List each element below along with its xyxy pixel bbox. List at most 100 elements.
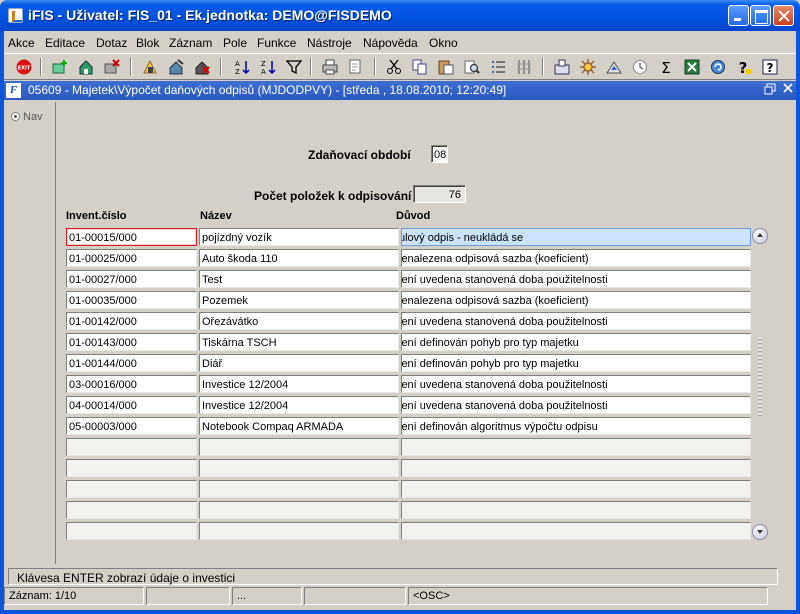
table-row[interactable] (66, 438, 751, 457)
columns-button[interactable] (514, 57, 534, 77)
cell-nazev[interactable] (199, 438, 399, 456)
cell-duvod[interactable]: lenalezena odpisová sazba (koeficient) (401, 291, 751, 309)
cell-invent[interactable]: 05-00003/000 (66, 417, 197, 435)
nav-radio[interactable] (11, 112, 20, 121)
delete-button[interactable] (102, 57, 122, 77)
cell-nazev[interactable]: Notebook Compaq ARMADA (199, 417, 399, 435)
copy-button[interactable] (410, 57, 430, 77)
cell-nazev[interactable]: Investice 12/2004 (199, 375, 399, 393)
vertical-scrollbar[interactable] (752, 228, 768, 540)
cell-invent[interactable] (66, 480, 197, 498)
menu-blok[interactable]: Blok (136, 36, 159, 50)
edit-record-button[interactable] (140, 57, 160, 77)
menu-akce[interactable]: Akce (8, 36, 35, 50)
menu-napoveda[interactable]: Nápověda (363, 36, 418, 50)
cell-nazev[interactable] (199, 522, 399, 540)
cell-invent[interactable]: 01-00015/000 (66, 228, 197, 246)
minimize-button[interactable] (728, 5, 749, 26)
scroll-down-button[interactable] (752, 524, 768, 540)
cell-invent[interactable] (66, 438, 197, 456)
table-row[interactable]: 03-00016/000 Investice 12/2004 lení uved… (66, 375, 751, 394)
save-button[interactable] (76, 57, 96, 77)
cell-duvod[interactable]: lení definován pohyb pro typ majetku (401, 354, 751, 372)
table-row[interactable] (66, 522, 751, 541)
cell-invent[interactable]: 01-00144/000 (66, 354, 197, 372)
table-row[interactable]: 01-00035/000 Pozemek lenalezena odpisová… (66, 291, 751, 310)
cell-duvod[interactable] (401, 480, 751, 498)
cell-invent[interactable] (66, 459, 197, 477)
exit-button[interactable]: EXIT (14, 57, 34, 77)
find-button[interactable] (462, 57, 482, 77)
cell-nazev[interactable] (199, 459, 399, 477)
clock-button[interactable] (630, 57, 650, 77)
context-help-button[interactable]: ? (760, 57, 780, 77)
cell-nazev[interactable]: Investice 12/2004 (199, 396, 399, 414)
table-row[interactable]: 01-00027/000 Test lení uvedena stanovená… (66, 270, 751, 289)
cell-nazev[interactable]: Test (199, 270, 399, 288)
cell-duvod[interactable]: lení uvedena stanovená doba použitelnost… (401, 270, 751, 288)
help-button[interactable]: ? (734, 57, 754, 77)
print-preview-button[interactable] (346, 57, 366, 77)
table-row[interactable]: 01-00143/000 Tiskárna TSCH lení definová… (66, 333, 751, 352)
scroll-up-button[interactable] (752, 228, 768, 244)
print-button[interactable] (320, 57, 340, 77)
menu-zaznam[interactable]: Záznam (169, 36, 212, 50)
cell-duvod[interactable] (401, 459, 751, 477)
cell-invent[interactable]: 01-00035/000 (66, 291, 197, 309)
period-field[interactable]: 08 (431, 145, 448, 163)
cell-nazev[interactable] (199, 480, 399, 498)
cell-invent[interactable]: 01-00142/000 (66, 312, 197, 330)
cell-duvod[interactable]: lení uvedena stanovená doba použitelnost… (401, 312, 751, 330)
cell-nazev[interactable]: Diář (199, 354, 399, 372)
table-row[interactable]: 01-00025/000 Auto škoda 110 lenalezena o… (66, 249, 751, 268)
sort-ascending-button[interactable]: AZ (232, 57, 252, 77)
cell-duvod[interactable]: lenalezena odpisová sazba (koeficient) (401, 249, 751, 267)
table-row[interactable]: 05-00003/000 Notebook Compaq ARMADA lení… (66, 417, 751, 436)
cell-invent[interactable] (66, 522, 197, 540)
alert-button[interactable] (604, 57, 624, 77)
cell-nazev[interactable]: Tiskárna TSCH (199, 333, 399, 351)
cell-duvod[interactable]: lení definován algoritmus výpočtu odpisu (401, 417, 751, 435)
restore-window-button[interactable] (764, 83, 776, 98)
remove-record-button[interactable] (192, 57, 212, 77)
menu-dotaz[interactable]: Dotaz (96, 36, 127, 50)
cut-button[interactable] (384, 57, 404, 77)
excel-button[interactable] (682, 57, 702, 77)
export-button[interactable] (552, 57, 572, 77)
cell-invent[interactable]: 04-00014/000 (66, 396, 197, 414)
add-record-button[interactable] (50, 57, 70, 77)
refresh-button[interactable] (708, 57, 728, 77)
menu-funkce[interactable]: Funkce (257, 36, 296, 50)
table-row[interactable] (66, 459, 751, 478)
table-row[interactable]: 04-00014/000 Investice 12/2004 lení uved… (66, 396, 751, 415)
table-row[interactable]: 01-00144/000 Diář lení definován pohyb p… (66, 354, 751, 373)
cell-duvod[interactable]: lení uvedena stanovená doba použitelnost… (401, 396, 751, 414)
cell-nazev[interactable]: Pozemek (199, 291, 399, 309)
cell-duvod[interactable]: lení uvedena stanovená doba použitelnost… (401, 375, 751, 393)
copy-record-button[interactable] (166, 57, 186, 77)
sum-button[interactable]: Σ (656, 57, 676, 77)
cell-invent[interactable]: 01-00025/000 (66, 249, 197, 267)
table-row[interactable] (66, 480, 751, 499)
cell-nazev[interactable]: pojízdný vozík (199, 228, 399, 246)
table-row[interactable]: 01-00142/000 Ořezávátko lení uvedena sta… (66, 312, 751, 331)
scroll-thumb-grip[interactable] (758, 338, 762, 418)
menu-editace[interactable]: Editace (45, 36, 85, 50)
menu-pole[interactable]: Pole (223, 36, 247, 50)
menu-okno[interactable]: Okno (429, 36, 458, 50)
cell-nazev[interactable] (199, 501, 399, 519)
cell-duvod[interactable]: ulový odpis - neukládá se (401, 228, 751, 246)
cell-nazev[interactable]: Ořezávátko (199, 312, 399, 330)
maximize-button[interactable] (750, 5, 771, 26)
sort-descending-button[interactable]: ZA (258, 57, 278, 77)
cell-invent[interactable]: 01-00143/000 (66, 333, 197, 351)
cell-duvod[interactable] (401, 522, 751, 540)
settings-button[interactable] (578, 57, 598, 77)
filter-button[interactable] (284, 57, 304, 77)
table-row[interactable]: 01-00015/000 pojízdný vozík ulový odpis … (66, 228, 751, 247)
close-button[interactable] (773, 5, 794, 26)
cell-duvod[interactable] (401, 438, 751, 456)
cell-duvod[interactable]: lení definován pohyb pro typ majetku (401, 333, 751, 351)
table-row[interactable] (66, 501, 751, 520)
menu-nastroje[interactable]: Nástroje (307, 36, 352, 50)
